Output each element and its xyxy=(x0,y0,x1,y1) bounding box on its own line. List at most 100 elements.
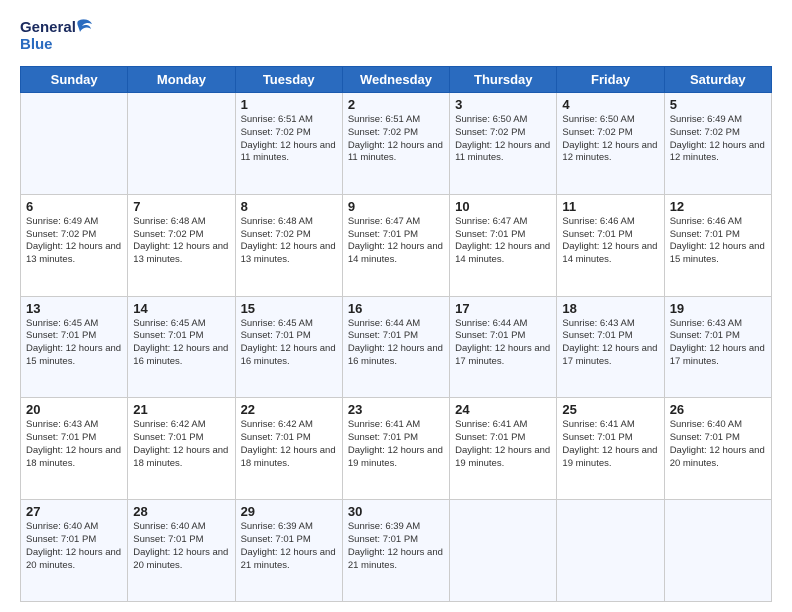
calendar-cell: 14 Sunrise: 6:45 AM Sunset: 7:01 PM Dayli… xyxy=(128,296,235,398)
calendar-cell: 6 Sunrise: 6:49 AM Sunset: 7:02 PM Daylig… xyxy=(21,194,128,296)
calendar-cell: 19 Sunrise: 6:43 AM Sunset: 7:01 PM Dayli… xyxy=(664,296,771,398)
calendar-cell xyxy=(450,500,557,602)
calendar-week-5: 27 Sunrise: 6:40 AM Sunset: 7:01 PM Dayli… xyxy=(21,500,772,602)
day-info: Sunrise: 6:49 AM Sunset: 7:02 PM Dayligh… xyxy=(670,114,766,165)
day-number: 20 xyxy=(26,402,122,417)
day-info: Sunrise: 6:44 AM Sunset: 7:01 PM Dayligh… xyxy=(455,318,551,369)
day-number: 24 xyxy=(455,402,551,417)
day-number: 17 xyxy=(455,301,551,316)
day-info: Sunrise: 6:45 AM Sunset: 7:01 PM Dayligh… xyxy=(26,318,122,369)
calendar-cell: 18 Sunrise: 6:43 AM Sunset: 7:01 PM Dayli… xyxy=(557,296,664,398)
day-number: 16 xyxy=(348,301,444,316)
day-info: Sunrise: 6:41 AM Sunset: 7:01 PM Dayligh… xyxy=(455,419,551,470)
calendar-cell: 11Sunrise: 6:46 AM Sunset: 7:01 PM Dayli… xyxy=(557,194,664,296)
day-number: 23 xyxy=(348,402,444,417)
top-header: GeneralBlue xyxy=(20,16,772,56)
calendar-cell: 23 Sunrise: 6:41 AM Sunset: 7:01 PM Dayli… xyxy=(342,398,449,500)
day-number: 25 xyxy=(562,402,658,417)
day-number: 5 xyxy=(670,97,766,112)
header-day-wednesday: Wednesday xyxy=(342,67,449,93)
calendar-cell: 30 Sunrise: 6:39 AM Sunset: 7:01 PM Dayli… xyxy=(342,500,449,602)
day-info: Sunrise: 6:46 AM Sunset: 7:01 PM Dayligh… xyxy=(670,216,766,267)
day-number: 9 xyxy=(348,199,444,214)
calendar-cell: 9 Sunrise: 6:47 AM Sunset: 7:01 PM Daylig… xyxy=(342,194,449,296)
day-info: Sunrise: 6:41 AM Sunset: 7:01 PM Dayligh… xyxy=(348,419,444,470)
day-info: Sunrise: 6:40 AM Sunset: 7:01 PM Dayligh… xyxy=(670,419,766,470)
svg-text:General: General xyxy=(20,19,76,36)
calendar-cell: 13 Sunrise: 6:45 AM Sunset: 7:01 PM Dayli… xyxy=(21,296,128,398)
calendar-table: SundayMondayTuesdayWednesdayThursdayFrid… xyxy=(20,66,772,602)
day-info: Sunrise: 6:41 AM Sunset: 7:01 PM Dayligh… xyxy=(562,419,658,470)
calendar-week-3: 13 Sunrise: 6:45 AM Sunset: 7:01 PM Dayli… xyxy=(21,296,772,398)
calendar-cell: 27 Sunrise: 6:40 AM Sunset: 7:01 PM Dayli… xyxy=(21,500,128,602)
day-number: 21 xyxy=(133,402,229,417)
calendar-cell: 21Sunrise: 6:42 AM Sunset: 7:01 PM Dayli… xyxy=(128,398,235,500)
header-day-tuesday: Tuesday xyxy=(235,67,342,93)
calendar-cell: 3 Sunrise: 6:50 AM Sunset: 7:02 PM Daylig… xyxy=(450,93,557,195)
day-number: 3 xyxy=(455,97,551,112)
day-number: 4 xyxy=(562,97,658,112)
day-number: 30 xyxy=(348,504,444,519)
logo-svg: GeneralBlue xyxy=(20,16,100,56)
day-info: Sunrise: 6:48 AM Sunset: 7:02 PM Dayligh… xyxy=(133,216,229,267)
calendar-cell: 25 Sunrise: 6:41 AM Sunset: 7:01 PM Dayli… xyxy=(557,398,664,500)
day-number: 22 xyxy=(241,402,337,417)
day-number: 11 xyxy=(562,199,658,214)
day-number: 2 xyxy=(348,97,444,112)
day-number: 26 xyxy=(670,402,766,417)
day-info: Sunrise: 6:50 AM Sunset: 7:02 PM Dayligh… xyxy=(455,114,551,165)
day-info: Sunrise: 6:47 AM Sunset: 7:01 PM Dayligh… xyxy=(348,216,444,267)
day-number: 6 xyxy=(26,199,122,214)
calendar-cell: 5 Sunrise: 6:49 AM Sunset: 7:02 PM Daylig… xyxy=(664,93,771,195)
header-day-thursday: Thursday xyxy=(450,67,557,93)
day-number: 7 xyxy=(133,199,229,214)
calendar-cell: 29Sunrise: 6:39 AM Sunset: 7:01 PM Dayli… xyxy=(235,500,342,602)
day-info: Sunrise: 6:40 AM Sunset: 7:01 PM Dayligh… xyxy=(26,521,122,572)
day-info: Sunrise: 6:43 AM Sunset: 7:01 PM Dayligh… xyxy=(670,318,766,369)
day-number: 18 xyxy=(562,301,658,316)
day-info: Sunrise: 6:48 AM Sunset: 7:02 PM Dayligh… xyxy=(241,216,337,267)
calendar-cell: 26 Sunrise: 6:40 AM Sunset: 7:01 PM Dayli… xyxy=(664,398,771,500)
day-info: Sunrise: 6:45 AM Sunset: 7:01 PM Dayligh… xyxy=(133,318,229,369)
svg-text:Blue: Blue xyxy=(20,36,53,53)
day-number: 14 xyxy=(133,301,229,316)
calendar-cell: 15 Sunrise: 6:45 AM Sunset: 7:01 PM Dayli… xyxy=(235,296,342,398)
header-day-friday: Friday xyxy=(557,67,664,93)
calendar-cell: 12 Sunrise: 6:46 AM Sunset: 7:01 PM Dayli… xyxy=(664,194,771,296)
header-day-monday: Monday xyxy=(128,67,235,93)
day-number: 8 xyxy=(241,199,337,214)
day-number: 29 xyxy=(241,504,337,519)
calendar-week-1: 1Sunrise: 6:51 AM Sunset: 7:02 PM Daylig… xyxy=(21,93,772,195)
day-number: 27 xyxy=(26,504,122,519)
day-info: Sunrise: 6:43 AM Sunset: 7:01 PM Dayligh… xyxy=(26,419,122,470)
calendar-cell: 2Sunrise: 6:51 AM Sunset: 7:02 PM Daylig… xyxy=(342,93,449,195)
day-number: 10 xyxy=(455,199,551,214)
day-number: 12 xyxy=(670,199,766,214)
day-info: Sunrise: 6:44 AM Sunset: 7:01 PM Dayligh… xyxy=(348,318,444,369)
calendar-cell: 7 Sunrise: 6:48 AM Sunset: 7:02 PM Daylig… xyxy=(128,194,235,296)
calendar-cell: 10 Sunrise: 6:47 AM Sunset: 7:01 PM Dayli… xyxy=(450,194,557,296)
day-info: Sunrise: 6:43 AM Sunset: 7:01 PM Dayligh… xyxy=(562,318,658,369)
calendar-week-4: 20 Sunrise: 6:43 AM Sunset: 7:01 PM Dayli… xyxy=(21,398,772,500)
calendar-header-row: SundayMondayTuesdayWednesdayThursdayFrid… xyxy=(21,67,772,93)
day-info: Sunrise: 6:45 AM Sunset: 7:01 PM Dayligh… xyxy=(241,318,337,369)
calendar-cell: 8 Sunrise: 6:48 AM Sunset: 7:02 PM Daylig… xyxy=(235,194,342,296)
day-number: 15 xyxy=(241,301,337,316)
calendar-cell: 4 Sunrise: 6:50 AM Sunset: 7:02 PM Daylig… xyxy=(557,93,664,195)
calendar-cell xyxy=(21,93,128,195)
day-info: Sunrise: 6:39 AM Sunset: 7:01 PM Dayligh… xyxy=(348,521,444,572)
calendar-cell: 22 Sunrise: 6:42 AM Sunset: 7:01 PM Dayli… xyxy=(235,398,342,500)
header-day-sunday: Sunday xyxy=(21,67,128,93)
calendar-cell: 1Sunrise: 6:51 AM Sunset: 7:02 PM Daylig… xyxy=(235,93,342,195)
calendar-cell: 20 Sunrise: 6:43 AM Sunset: 7:01 PM Dayli… xyxy=(21,398,128,500)
day-number: 1 xyxy=(241,97,337,112)
day-info: Sunrise: 6:47 AM Sunset: 7:01 PM Dayligh… xyxy=(455,216,551,267)
day-info: Sunrise: 6:50 AM Sunset: 7:02 PM Dayligh… xyxy=(562,114,658,165)
calendar-cell: 16 Sunrise: 6:44 AM Sunset: 7:01 PM Dayli… xyxy=(342,296,449,398)
day-info: Sunrise: 6:40 AM Sunset: 7:01 PM Dayligh… xyxy=(133,521,229,572)
calendar-cell xyxy=(128,93,235,195)
day-number: 19 xyxy=(670,301,766,316)
day-info: Sunrise: 6:49 AM Sunset: 7:02 PM Dayligh… xyxy=(26,216,122,267)
day-number: 13 xyxy=(26,301,122,316)
day-info: Sunrise: 6:42 AM Sunset: 7:01 PM Dayligh… xyxy=(241,419,337,470)
